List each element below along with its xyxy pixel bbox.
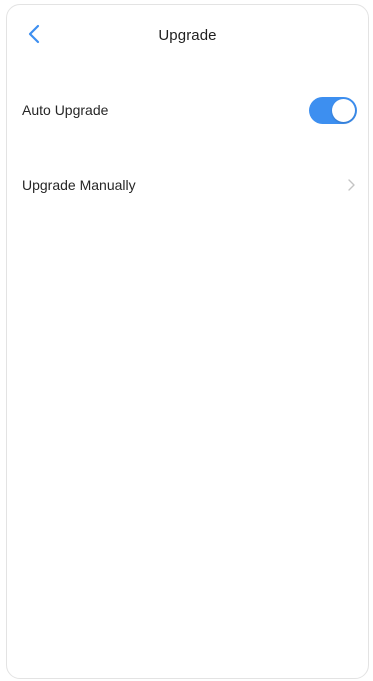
upgrade-screen: Upgrade Auto Upgrade Upgrade Manually	[6, 4, 369, 679]
nav-bar: Upgrade	[7, 5, 368, 63]
chevron-right-icon	[346, 178, 356, 192]
page-title: Upgrade	[158, 27, 217, 44]
auto-upgrade-toggle[interactable]	[309, 97, 357, 124]
toggle-knob	[332, 99, 355, 122]
auto-upgrade-row: Auto Upgrade	[7, 88, 368, 132]
auto-upgrade-label: Auto Upgrade	[22, 102, 109, 118]
upgrade-manually-label: Upgrade Manually	[22, 177, 136, 193]
upgrade-manually-row[interactable]: Upgrade Manually	[7, 163, 368, 207]
